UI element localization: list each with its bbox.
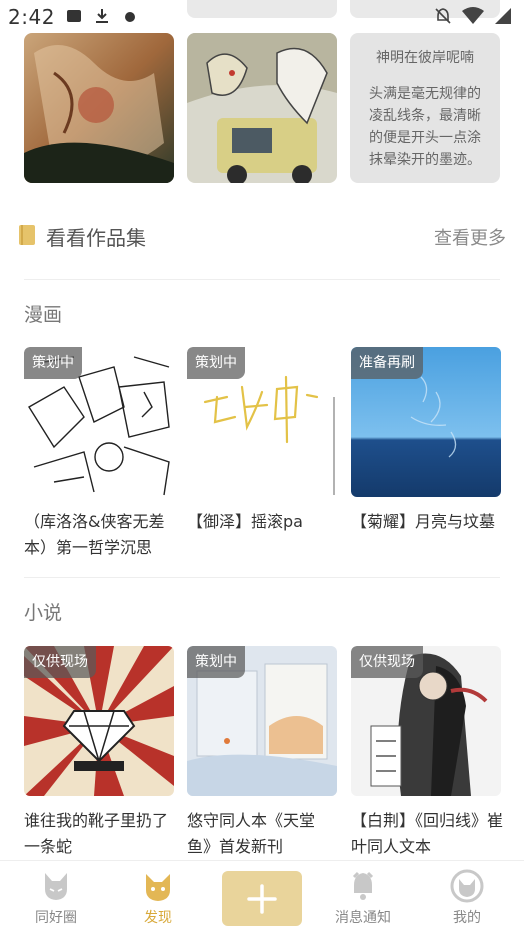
novel-section-title: 小说	[24, 602, 63, 624]
wifi-icon	[462, 7, 484, 24]
status-bar: 2:42	[0, 0, 524, 34]
bug-icon	[125, 12, 135, 22]
status-badge: 策划中	[187, 646, 245, 678]
discover-feed[interactable]: 神明在彼岸呢喃 头满是毫无规律的凌乱线条，最清晰的便是开头一点涂抹晕染开的墨迹。…	[0, 0, 524, 860]
featured-text-card[interactable]: 神明在彼岸呢喃 头满是毫无规律的凌乱线条，最清晰的便是开头一点涂抹晕染开的墨迹。	[350, 33, 500, 183]
image-notification-icon	[67, 10, 81, 22]
featured-row: 神明在彼岸呢喃 头满是毫无规律的凌乱线条，最清晰的便是开头一点涂抹晕染开的墨迹。	[24, 33, 500, 183]
status-badge: 仅供现场	[24, 646, 96, 678]
featured-illustration-1	[24, 33, 174, 183]
works-section-title: 看看作品集	[46, 226, 146, 250]
nav-label-notifications: 消息通知	[335, 910, 391, 926]
nav-tab-notifications[interactable]: 消息通知	[318, 869, 408, 927]
nav-label-profile: 我的	[453, 910, 481, 926]
featured-image-card-1[interactable]	[24, 33, 174, 183]
nav-label-discover: 发现	[144, 910, 172, 926]
view-more-link[interactable]: 查看更多	[434, 224, 506, 250]
novel-card-2[interactable]: 策划中 悠守同人本《天堂鱼》首发新刊	[187, 646, 337, 860]
fox-face-icon	[146, 874, 170, 901]
manga-title-1: （库洛洛&侠客无差本）第一哲学沉思	[24, 512, 165, 557]
status-system-icons	[434, 7, 512, 25]
manga-card-1[interactable]: 策划中 （库洛洛&侠客无差本）第一哲学沉思	[24, 347, 174, 561]
nav-tab-profile[interactable]: 我的	[422, 869, 512, 927]
cellular-signal-icon	[495, 8, 511, 24]
fox-avatar-icon	[450, 869, 484, 903]
novel-title-2: 悠守同人本《天堂鱼》首发新刊	[187, 811, 316, 856]
manga-cover-1: 策划中	[24, 347, 174, 497]
download-icon	[96, 9, 108, 23]
featured-illustration-2	[187, 33, 337, 183]
mute-bell-icon	[435, 8, 451, 24]
plus-icon	[247, 883, 277, 914]
manga-title-3: 【菊耀】月亮与坟墓	[351, 512, 496, 531]
fox-icon	[45, 873, 67, 900]
status-notification-icons	[66, 8, 138, 24]
status-badge: 准备再刷	[351, 347, 423, 379]
works-section-header: 看看作品集 查看更多	[18, 220, 506, 252]
status-badge: 仅供现场	[351, 646, 423, 678]
text-card-title: 神明在彼岸呢喃	[376, 50, 474, 66]
manga-card-2[interactable]: 策划中 【御泽】摇滚pa	[187, 347, 337, 535]
status-badge: 策划中	[187, 347, 245, 379]
bottom-navigation: 同好圈 发现 消息通知 我的	[0, 860, 524, 933]
novel-cover-2: 策划中	[187, 646, 337, 796]
manga-cover-2: 策划中	[187, 347, 337, 497]
add-button[interactable]	[222, 871, 302, 926]
divider	[24, 577, 500, 578]
novel-cover-3: 仅供现场	[351, 646, 501, 796]
book-icon	[19, 225, 35, 245]
status-time: 2:42	[8, 5, 55, 29]
status-badge: 策划中	[24, 347, 82, 379]
manga-title-2: 【御泽】摇滚pa	[187, 512, 303, 531]
novel-cover-1: 仅供现场	[24, 646, 174, 796]
novel-title-3: 【白荆】《回归线》崔叶同人文本	[351, 811, 504, 856]
manga-cover-3: 准备再刷	[351, 347, 501, 497]
manga-card-3[interactable]: 准备再刷 【菊耀】月亮与坟墓	[351, 347, 501, 535]
divider	[24, 279, 500, 280]
nav-tab-community[interactable]: 同好圈	[11, 869, 101, 927]
novel-card-1[interactable]: 仅供现场 谁往我的靴子里扔了一条蛇	[24, 646, 174, 860]
manga-section-title: 漫画	[24, 304, 63, 326]
nav-tab-discover[interactable]: 发现	[113, 869, 203, 927]
text-card-excerpt: 头满是毫无规律的凌乱线条，最清晰的便是开头一点涂抹晕染开的墨迹。	[369, 86, 481, 168]
novel-title-1: 谁往我的靴子里扔了一条蛇	[24, 811, 169, 856]
novel-card-3[interactable]: 仅供现场 【白荆】《回归线》崔叶同人文本	[351, 646, 504, 860]
featured-image-card-2[interactable]	[187, 33, 337, 183]
nav-label-community: 同好圈	[35, 910, 77, 926]
bell-fox-icon	[352, 871, 374, 900]
